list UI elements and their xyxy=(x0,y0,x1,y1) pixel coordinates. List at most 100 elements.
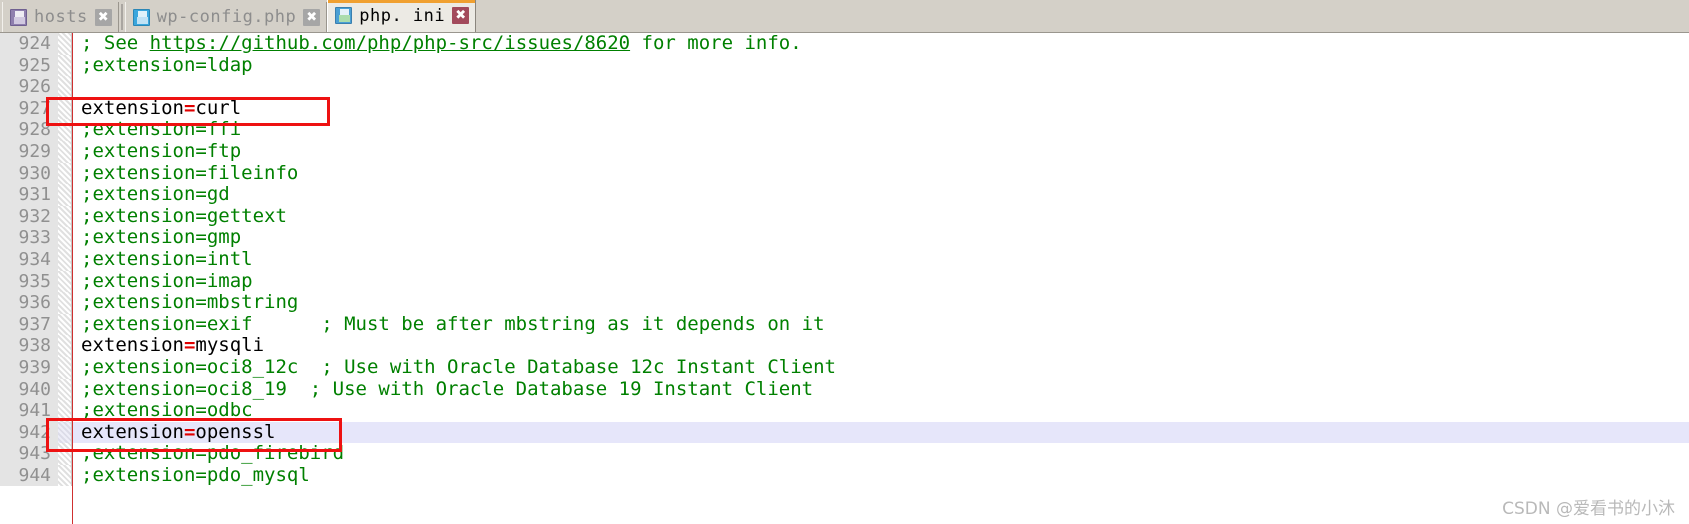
fold-margin[interactable] xyxy=(58,335,72,357)
code-token: mysqli xyxy=(195,334,265,357)
code-line[interactable]: 926 xyxy=(0,76,1689,98)
code-text[interactable]: ;extension=ffi xyxy=(76,119,1689,141)
code-text[interactable]: ;extension=pdo_mysql xyxy=(76,464,1689,487)
code-token: ;extension=ldap xyxy=(81,53,253,76)
code-line[interactable]: 935 ;extension=imap xyxy=(0,269,1689,293)
fold-margin[interactable] xyxy=(58,443,72,465)
fold-margin[interactable] xyxy=(58,76,72,98)
code-line[interactable]: 931 ;extension=gd xyxy=(0,183,1689,206)
watermark: CSDN @爱看书的小沐 xyxy=(1502,499,1675,519)
close-icon[interactable]: ✖ xyxy=(303,8,321,26)
code-line[interactable]: 939 ;extension=oci8_12c ; Use with Oracle… xyxy=(0,356,1689,379)
code-text[interactable]: ;extension=gmp xyxy=(76,227,1689,249)
tab-php-ini[interactable]: php. ini ✖ xyxy=(327,0,477,32)
code-text[interactable]: ;extension=oci8_19 ; Use with Oracle Dat… xyxy=(76,378,1689,401)
fold-margin[interactable] xyxy=(58,184,72,206)
tab-bar: hosts ✖ wp-config.php ✖ php. ini ✖ xyxy=(0,0,1689,33)
code-line[interactable]: 927 extension=curl xyxy=(0,96,1689,120)
code-text[interactable]: ;extension=fileinfo xyxy=(76,162,1689,185)
code-text[interactable]: ;extension=intl xyxy=(76,248,1689,271)
fold-margin[interactable] xyxy=(58,162,72,185)
tab-label: hosts xyxy=(34,7,88,27)
code-text[interactable]: ;extension=gettext xyxy=(76,204,1689,228)
code-line[interactable]: 936 ;extension=mbstring xyxy=(0,291,1689,314)
line-number: 933 xyxy=(0,227,58,249)
line-number: 929 xyxy=(0,140,58,163)
code-text[interactable]: ;extension=ftp xyxy=(76,140,1689,163)
code-line[interactable]: 943 ;extension=pdo_firebird xyxy=(0,442,1689,465)
code-text[interactable]: ;extension=odbc xyxy=(76,399,1689,422)
code-token: ;extension=imap xyxy=(81,269,253,292)
fold-margin[interactable] xyxy=(58,313,72,336)
code-token: = xyxy=(183,96,196,119)
fold-margin[interactable] xyxy=(58,227,72,249)
code-line[interactable]: 940 ;extension=oci8_19 ; Use with Oracle … xyxy=(0,378,1689,401)
code-text[interactable]: ;extension=oci8_12c ; Use with Oracle Da… xyxy=(76,356,1689,379)
code-text[interactable]: ; See https://github.com/php/php-src/iss… xyxy=(76,33,1689,55)
fold-margin[interactable] xyxy=(58,97,72,120)
code-text[interactable]: ;extension=mbstring xyxy=(76,291,1689,314)
code-line[interactable]: 933 ;extension=gmp xyxy=(0,227,1689,249)
code-token: extension xyxy=(81,420,184,443)
fold-margin[interactable] xyxy=(58,292,72,314)
close-icon[interactable]: ✖ xyxy=(452,7,470,24)
close-icon[interactable]: ✖ xyxy=(94,8,112,26)
code-text[interactable]: extension=curl xyxy=(76,96,1689,120)
code-line[interactable]: 937 ;extension=exif ; Must be after mbstr… xyxy=(0,312,1689,336)
code-line[interactable]: 924 ; See https://github.com/php/php-src/… xyxy=(0,33,1689,55)
tab-label: wp-config.php xyxy=(156,7,297,27)
code-line[interactable]: 932 ;extension=gettext xyxy=(0,204,1689,228)
code-token: for more info. xyxy=(630,33,802,54)
fold-margin[interactable] xyxy=(58,378,72,401)
line-number: 940 xyxy=(0,378,58,401)
code-line[interactable]: 930 ;extension=fileinfo xyxy=(0,162,1689,185)
tab-wp-config-php[interactable]: wp-config.php ✖ xyxy=(124,2,328,32)
code-text[interactable]: ;extension=imap xyxy=(76,269,1689,293)
fold-margin[interactable] xyxy=(58,248,72,271)
code-line[interactable]: 929 ;extension=ftp xyxy=(0,140,1689,163)
code-token: = xyxy=(183,334,196,357)
code-line[interactable]: 925 ;extension=ldap xyxy=(0,53,1689,77)
code-token: ;extension=gettext xyxy=(81,204,287,227)
tab-hosts[interactable]: hosts ✖ xyxy=(2,2,119,32)
fold-margin[interactable] xyxy=(58,270,72,293)
fold-margin[interactable] xyxy=(58,421,72,444)
code-text[interactable] xyxy=(76,76,1689,98)
code-line[interactable]: 942 extension=openssl xyxy=(0,420,1689,444)
line-number: 942 xyxy=(0,421,58,444)
code-lines[interactable]: 924 ; See https://github.com/php/php-src/… xyxy=(0,33,1689,487)
code-text[interactable]: ;extension=ldap xyxy=(76,53,1689,77)
fold-margin[interactable] xyxy=(58,205,72,228)
fold-margin[interactable] xyxy=(58,140,72,163)
active-tab-accent-bar xyxy=(328,0,476,3)
line-number: 934 xyxy=(0,248,58,271)
fold-margin[interactable] xyxy=(58,119,72,141)
code-text[interactable]: extension=mysqli xyxy=(76,335,1689,357)
line-number: 931 xyxy=(0,184,58,206)
line-number: 937 xyxy=(0,313,58,336)
code-token: ;extension=odbc xyxy=(81,399,253,422)
line-number: 925 xyxy=(0,54,58,77)
code-line[interactable]: 944 ;extension=pdo_mysql xyxy=(0,464,1689,487)
code-token: ;extension=ffi xyxy=(81,118,242,141)
code-text[interactable]: extension=openssl xyxy=(76,420,1689,444)
code-line[interactable]: 928 ;extension=ffi xyxy=(0,119,1689,141)
code-editor[interactable]: 924 ; See https://github.com/php/php-src/… xyxy=(0,33,1689,524)
fold-margin[interactable] xyxy=(58,464,72,487)
code-line[interactable]: 941 ;extension=odbc xyxy=(0,399,1689,422)
code-text[interactable]: ;extension=gd xyxy=(76,183,1689,206)
fold-margin[interactable] xyxy=(58,54,72,77)
fold-margin[interactable] xyxy=(58,33,72,55)
code-text[interactable]: ;extension=exif ; Must be after mbstring… xyxy=(76,312,1689,336)
code-line[interactable]: 934 ;extension=intl xyxy=(0,248,1689,271)
code-token: ;extension=gd xyxy=(81,183,230,206)
code-text[interactable]: ;extension=pdo_firebird xyxy=(76,442,1689,465)
fold-margin[interactable] xyxy=(58,400,72,422)
fold-margin[interactable] xyxy=(58,356,72,379)
code-token: = xyxy=(183,420,196,443)
code-line[interactable]: 938 extension=mysqli xyxy=(0,335,1689,357)
code-token: ;extension=gmp xyxy=(81,226,242,249)
line-number: 928 xyxy=(0,119,58,141)
line-number: 927 xyxy=(0,97,58,120)
code-token: ;extension=exif ; Must be after mbstring… xyxy=(81,312,825,335)
